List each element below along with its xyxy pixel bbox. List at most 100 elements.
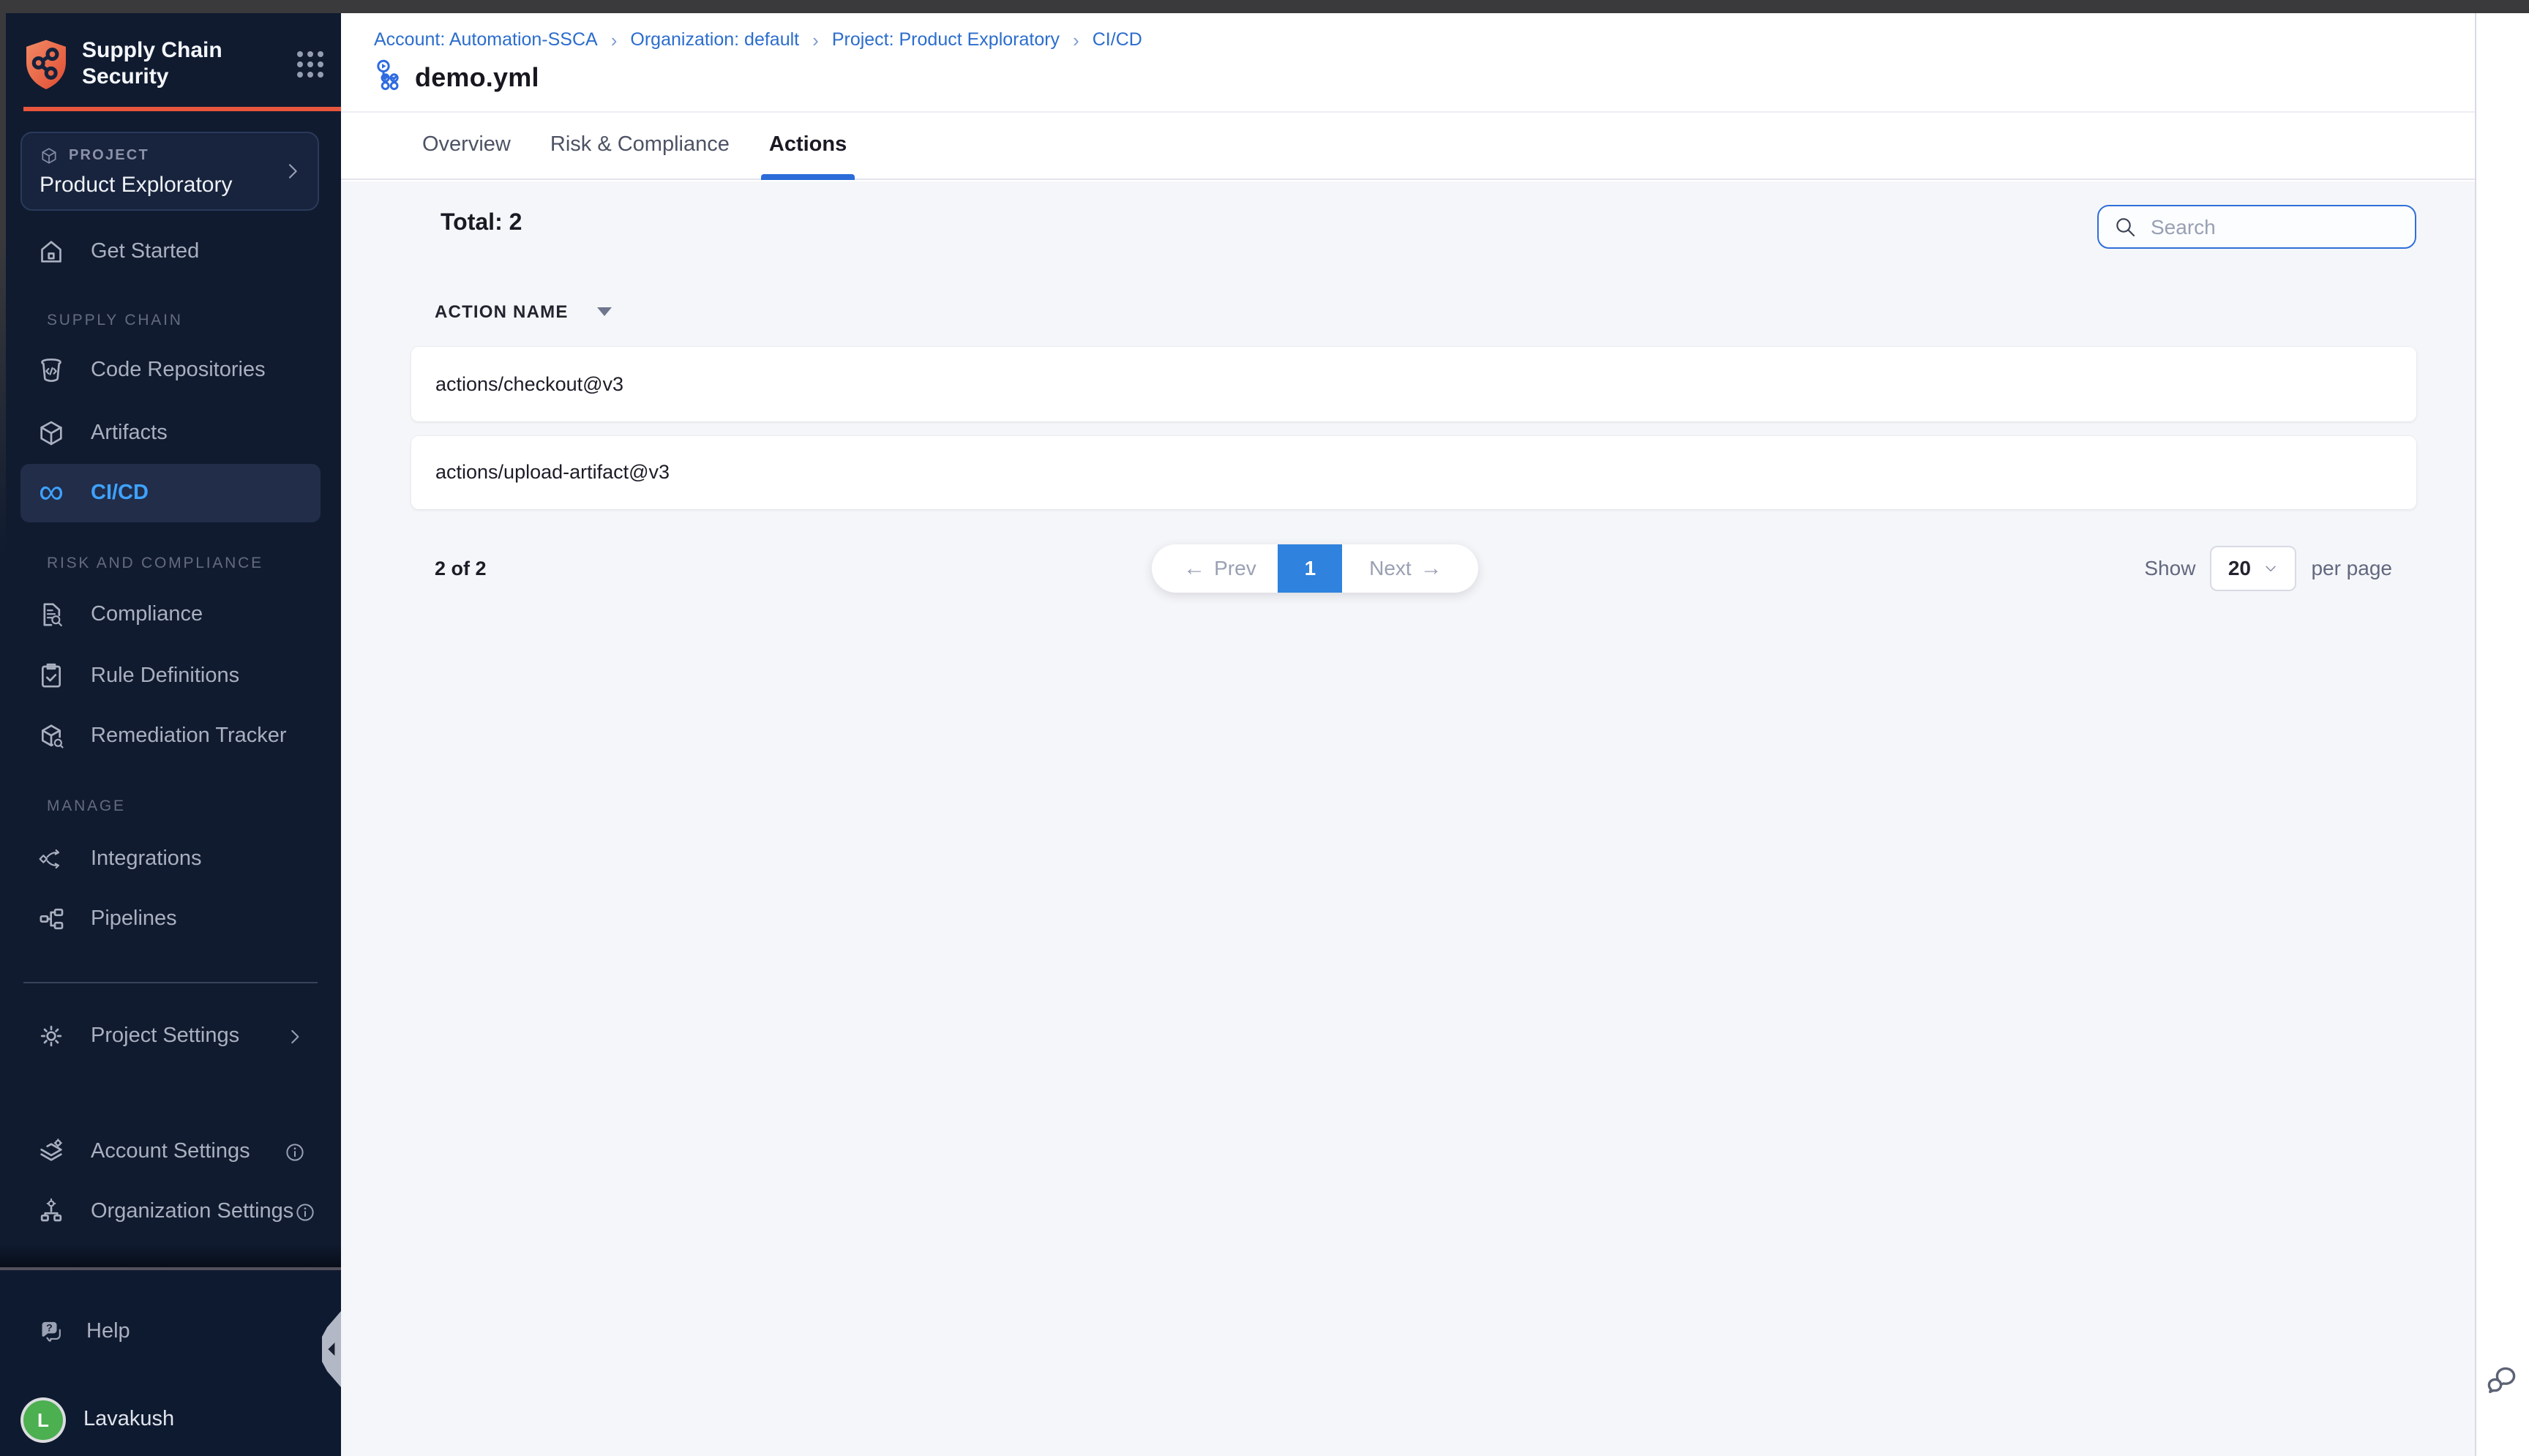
pagination-range: 2 of 2	[435, 557, 487, 579]
page-title-row: demo.yml	[374, 60, 539, 95]
breadcrumb-separator: ›	[812, 29, 819, 50]
action-name-cell: actions/upload-artifact@v3	[435, 462, 670, 484]
section-label-manage: MANAGE	[47, 798, 126, 815]
table-row[interactable]: actions/upload-artifact@v3	[411, 435, 2416, 509]
sidebar-item-label: Integrations	[91, 847, 202, 871]
actions-panel: Total: 2 ACTION NAME actions/checkout@v3…	[340, 181, 2474, 1456]
breadcrumb-account-link[interactable]: Account: Automation-SSCA	[374, 29, 598, 50]
sidebar-item-label: Organization Settings	[91, 1200, 293, 1223]
table-row[interactable]: actions/checkout@v3	[411, 347, 2416, 421]
chevron-right-icon	[283, 1025, 305, 1047]
window-top-edge	[0, 0, 2529, 13]
sidebar-item-label: Project Settings	[91, 1024, 239, 1048]
breadcrumb-cicd-link[interactable]: CI/CD	[1093, 29, 1142, 50]
sidebar-item-label: Help	[86, 1320, 130, 1343]
page-size-select[interactable]: 20	[2210, 545, 2296, 590]
project-cube-icon	[40, 146, 59, 165]
breadcrumb-separator: ›	[1073, 29, 1079, 50]
sidebar-item-label: Pipelines	[91, 907, 177, 931]
breadcrumb: Account: Automation-SSCA › Organization:…	[374, 26, 1142, 53]
sidebar-item-label: CI/CD	[91, 481, 149, 505]
pipelines-flow-icon	[37, 904, 66, 934]
arrow-right-icon: →	[1420, 555, 1442, 580]
sidebar-item-organization-settings[interactable]: Organization Settings	[20, 1185, 320, 1238]
sidebar-item-cicd[interactable]: ∞ CI/CD	[20, 464, 320, 522]
app-grid-icon[interactable]	[298, 52, 323, 77]
breadcrumb-separator: ›	[611, 29, 618, 50]
module-accent-bar	[23, 107, 340, 110]
svg-text:?: ?	[46, 1322, 53, 1334]
box-wrench-icon	[37, 721, 66, 751]
right-panel-strip	[2474, 13, 2529, 1456]
column-header-action-name[interactable]: ACTION NAME	[435, 298, 612, 324]
next-label: Next	[1369, 556, 1412, 579]
sidebar-item-help[interactable]: ? Help	[20, 1305, 320, 1358]
sidebar-item-artifacts[interactable]: Artifacts	[20, 407, 320, 459]
tab-actions[interactable]: Actions	[768, 112, 848, 178]
per-page-label: per page	[2311, 556, 2392, 579]
app-root: Supply Chain Security PROJECT Product Ex…	[0, 0, 2529, 1456]
pipeline-workflow-icon	[374, 58, 406, 97]
main-area: Account: Automation-SSCA › Organization:…	[340, 13, 2474, 1456]
project-label: PROJECT	[69, 148, 149, 164]
search-input[interactable]	[2148, 214, 2388, 240]
home-icon	[37, 237, 66, 266]
prev-label: Prev	[1214, 556, 1256, 579]
next-page-button[interactable]: Next →	[1342, 544, 1478, 592]
sidebar-divider	[23, 982, 317, 983]
info-icon[interactable]	[293, 1201, 315, 1223]
prev-page-button[interactable]: ← Prev	[1153, 544, 1278, 592]
sidebar-item-remediation-tracker[interactable]: Remediation Tracker	[20, 710, 320, 762]
page-size-control: Show 20 per page	[2144, 545, 2392, 590]
sidebar-item-label: Rule Definitions	[91, 664, 239, 688]
arrow-left-icon: ←	[1183, 555, 1205, 580]
section-label-risk-and-compliance: RISK AND COMPLIANCE	[47, 555, 263, 572]
tab-risk-compliance[interactable]: Risk & Compliance	[549, 112, 731, 178]
user-avatar: L	[23, 1400, 63, 1439]
integrations-share-icon	[37, 844, 66, 874]
breadcrumb-organization-link[interactable]: Organization: default	[630, 29, 799, 50]
sidebar-item-code-repositories[interactable]: Code Repositories	[20, 344, 320, 397]
help-chat-icon: ?	[37, 1317, 66, 1346]
sidebar-item-integrations[interactable]: Integrations	[20, 833, 320, 885]
supply-chain-security-logo-icon	[23, 38, 69, 91]
tab-bar: Overview Risk & Compliance Actions	[340, 112, 2474, 179]
sidebar-item-rule-definitions[interactable]: Rule Definitions	[20, 650, 320, 702]
action-name-cell: actions/checkout@v3	[435, 373, 623, 395]
info-icon[interactable]	[283, 1141, 305, 1163]
product-name: Supply Chain Security	[82, 37, 255, 91]
user-menu[interactable]: L Lavakush	[20, 1393, 320, 1446]
compliance-doc-search-icon	[37, 600, 66, 629]
search-icon	[2113, 215, 2136, 239]
user-name: Lavakush	[83, 1408, 174, 1431]
sort-descending-icon	[598, 307, 612, 315]
sidebar-item-pipelines[interactable]: Pipelines	[20, 893, 320, 945]
cicd-infinity-icon: ∞	[37, 479, 66, 508]
org-gear-icon	[37, 1197, 66, 1226]
tab-overview[interactable]: Overview	[421, 112, 512, 178]
sidebar-item-label: Remediation Tracker	[91, 724, 287, 748]
search-box	[2097, 204, 2416, 249]
gear-icon	[37, 1021, 66, 1051]
sidebar-item-compliance[interactable]: Compliance	[20, 588, 320, 641]
chat-support-icon[interactable]	[2484, 1362, 2520, 1399]
pagination-row: 2 of 2 ← Prev 1 Next →	[340, 544, 2474, 592]
sidebar-item-get-started[interactable]: Get Started	[20, 225, 320, 278]
show-label: Show	[2144, 556, 2195, 579]
page-1-button[interactable]: 1	[1278, 544, 1342, 592]
breadcrumb-project-link[interactable]: Project: Product Exploratory	[832, 29, 1060, 50]
sidebar-footer: ? Help L Lavakush	[0, 1270, 340, 1456]
total-count: Total: 2	[441, 198, 522, 248]
column-label: ACTION NAME	[435, 301, 569, 321]
project-selector[interactable]: PROJECT Product Exploratory	[20, 132, 318, 211]
chevron-down-icon	[2263, 560, 2279, 576]
code-repositories-icon	[37, 356, 66, 385]
chevron-right-icon	[280, 160, 304, 183]
sidebar-item-project-settings[interactable]: Project Settings	[20, 1010, 320, 1062]
sidebar-collapse-handle[interactable]	[321, 1311, 340, 1387]
sidebar-item-account-settings[interactable]: Account Settings	[20, 1125, 320, 1178]
artifacts-cube-icon	[37, 419, 66, 448]
sidebar: Supply Chain Security PROJECT Product Ex…	[0, 13, 340, 1456]
sidebar-item-label: Account Settings	[91, 1140, 250, 1163]
layers-gear-icon	[37, 1137, 66, 1166]
